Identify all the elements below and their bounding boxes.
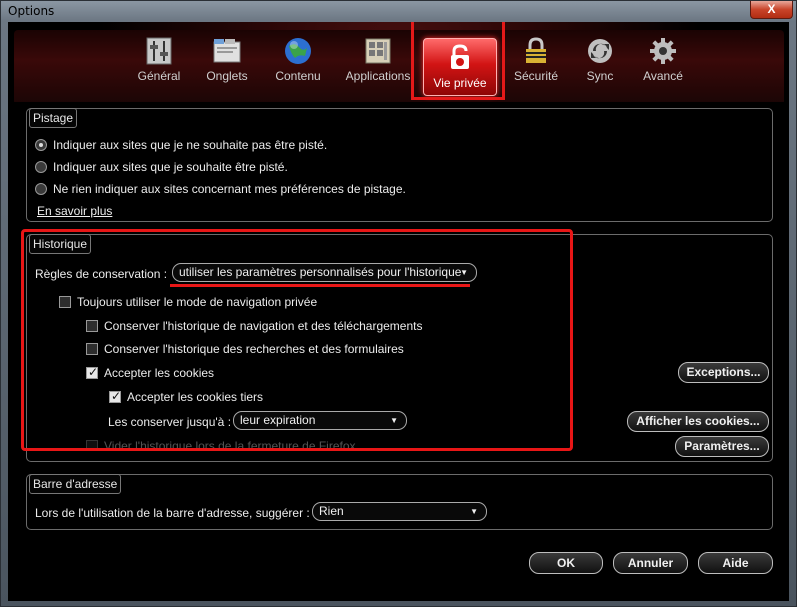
accept-cookies-checkbox[interactable]: Accepter les cookies bbox=[86, 365, 215, 380]
link-text[interactable]: En savoir plus bbox=[37, 204, 112, 218]
tab-sync[interactable]: Sync bbox=[580, 36, 620, 98]
history-rules-label: Règles de conservation : bbox=[35, 267, 168, 281]
checkbox[interactable] bbox=[109, 389, 121, 403]
suggest-select[interactable]: Rien ▼ bbox=[312, 502, 487, 521]
radio-button[interactable] bbox=[35, 139, 47, 151]
address-bar-legend: Barre d'adresse bbox=[29, 474, 122, 494]
tab-label: Sync bbox=[586, 69, 614, 83]
tracking-option-none[interactable]: Ne rien indiquer aux sites concernant me… bbox=[35, 182, 406, 196]
option-label: Ne rien indiquer aux sites concernant me… bbox=[53, 182, 406, 196]
tab-general[interactable]: Général bbox=[134, 36, 184, 98]
radio-button[interactable] bbox=[35, 161, 47, 173]
checkbox[interactable] bbox=[59, 296, 71, 308]
dropdown-arrow-icon: ▼ bbox=[390, 416, 398, 425]
tab-onglets[interactable]: Onglets bbox=[202, 36, 252, 98]
keep-until-label: Les conserver jusqu'à : bbox=[108, 415, 232, 429]
tab-label: Vie privée bbox=[433, 76, 487, 90]
switches-icon bbox=[146, 37, 172, 65]
option-label: Indiquer aux sites que je souhaite être … bbox=[53, 160, 288, 174]
options-toolbar: Général Onglets Contenu Applications Vie… bbox=[14, 30, 784, 105]
tab-contenu[interactable]: Contenu bbox=[272, 36, 324, 98]
checkbox-label: Toujours utiliser le mode de navigation … bbox=[77, 295, 318, 309]
select-value: utiliser les paramètres personnalisés po… bbox=[179, 265, 462, 279]
learn-more-link[interactable]: En savoir plus bbox=[37, 204, 112, 218]
settings-button[interactable]: Paramètres... bbox=[675, 436, 769, 457]
history-legend: Historique bbox=[29, 234, 92, 254]
checkbox[interactable] bbox=[86, 343, 98, 355]
title-bar[interactable]: Options X bbox=[1, 1, 797, 23]
checkbox-label: Accepter les cookies tiers bbox=[127, 390, 264, 404]
history-rules-select[interactable]: utiliser les paramètres personnalisés po… bbox=[172, 263, 477, 282]
dropdown-arrow-icon: ▼ bbox=[460, 268, 468, 277]
options-window: Options X Général Onglets Contenu Applic… bbox=[0, 0, 797, 607]
history-group: Historique Règles de conservation : util… bbox=[26, 234, 773, 462]
checkbox-label: Accepter les cookies bbox=[104, 366, 215, 380]
applications-icon bbox=[365, 38, 391, 64]
address-bar-group: Barre d'adresse Lors de l'utilisation de… bbox=[26, 474, 773, 530]
lock-icon bbox=[526, 37, 546, 63]
checkbox-label: Vider l'historique lors de la fermeture … bbox=[104, 439, 356, 449]
accept-third-party-checkbox[interactable]: Accepter les cookies tiers bbox=[109, 389, 264, 404]
keep-until-select[interactable]: leur expiration ▼ bbox=[233, 411, 407, 430]
tab-label: Sécurité bbox=[513, 69, 559, 83]
show-cookies-button[interactable]: Afficher les cookies... bbox=[627, 411, 769, 432]
private-mode-checkbox[interactable]: Toujours utiliser le mode de navigation … bbox=[59, 295, 317, 309]
checkbox[interactable] bbox=[86, 320, 98, 332]
tab-label: Avancé bbox=[643, 69, 683, 83]
option-label: Indiquer aux sites que je ne souhaite pa… bbox=[53, 138, 328, 152]
suggest-label: Lors de l'utilisation de la barre d'adre… bbox=[35, 506, 310, 520]
keep-search-checkbox[interactable]: Conserver l'historique des recherches et… bbox=[86, 342, 404, 356]
clear-history-checkbox[interactable]: Vider l'historique lors de la fermeture … bbox=[86, 439, 386, 449]
tab-label: Applications bbox=[345, 69, 411, 83]
privacy-mask-icon bbox=[451, 44, 469, 69]
tab-label: Contenu bbox=[275, 69, 321, 83]
checkbox-label: Conserver l'historique des recherches et… bbox=[104, 342, 404, 356]
ok-button[interactable]: OK bbox=[529, 552, 603, 574]
tab-vie-privee[interactable]: Vie privée bbox=[423, 38, 497, 96]
select-value: leur expiration bbox=[240, 413, 316, 427]
close-button[interactable]: X bbox=[750, 1, 793, 19]
tab-label: Général bbox=[137, 69, 181, 83]
tab-securite[interactable]: Sécurité bbox=[510, 36, 562, 98]
tracking-legend: Pistage bbox=[29, 108, 78, 128]
cancel-button[interactable]: Annuler bbox=[613, 552, 688, 574]
sync-icon bbox=[588, 39, 612, 63]
window-title: Options bbox=[8, 4, 55, 18]
tab-applications[interactable]: Applications bbox=[342, 36, 414, 98]
gear-icon bbox=[650, 38, 676, 64]
tab-label: Onglets bbox=[206, 69, 248, 83]
help-button[interactable]: Aide bbox=[698, 552, 773, 574]
tabs-icon bbox=[213, 39, 241, 63]
client-area: Général Onglets Contenu Applications Vie… bbox=[8, 22, 789, 601]
tracking-option-track[interactable]: Indiquer aux sites que je souhaite être … bbox=[35, 160, 288, 174]
checkbox[interactable] bbox=[86, 440, 98, 449]
tracking-option-do-not-track[interactable]: Indiquer aux sites que je ne souhaite pa… bbox=[35, 138, 327, 152]
tab-avance[interactable]: Avancé bbox=[638, 36, 688, 98]
privacy-panel: Pistage Indiquer aux sites que je ne sou… bbox=[11, 102, 786, 600]
select-value: Rien bbox=[319, 504, 344, 518]
checkbox[interactable] bbox=[86, 365, 98, 379]
checkbox-label: Conserver l'historique de navigation et … bbox=[104, 319, 423, 333]
keep-browsing-checkbox[interactable]: Conserver l'historique de navigation et … bbox=[86, 319, 422, 333]
exceptions-button[interactable]: Exceptions... bbox=[678, 362, 769, 383]
dropdown-arrow-icon: ▼ bbox=[470, 507, 478, 516]
globe-icon bbox=[285, 38, 311, 64]
radio-button[interactable] bbox=[35, 183, 47, 195]
tracking-group: Pistage Indiquer aux sites que je ne sou… bbox=[26, 108, 773, 222]
